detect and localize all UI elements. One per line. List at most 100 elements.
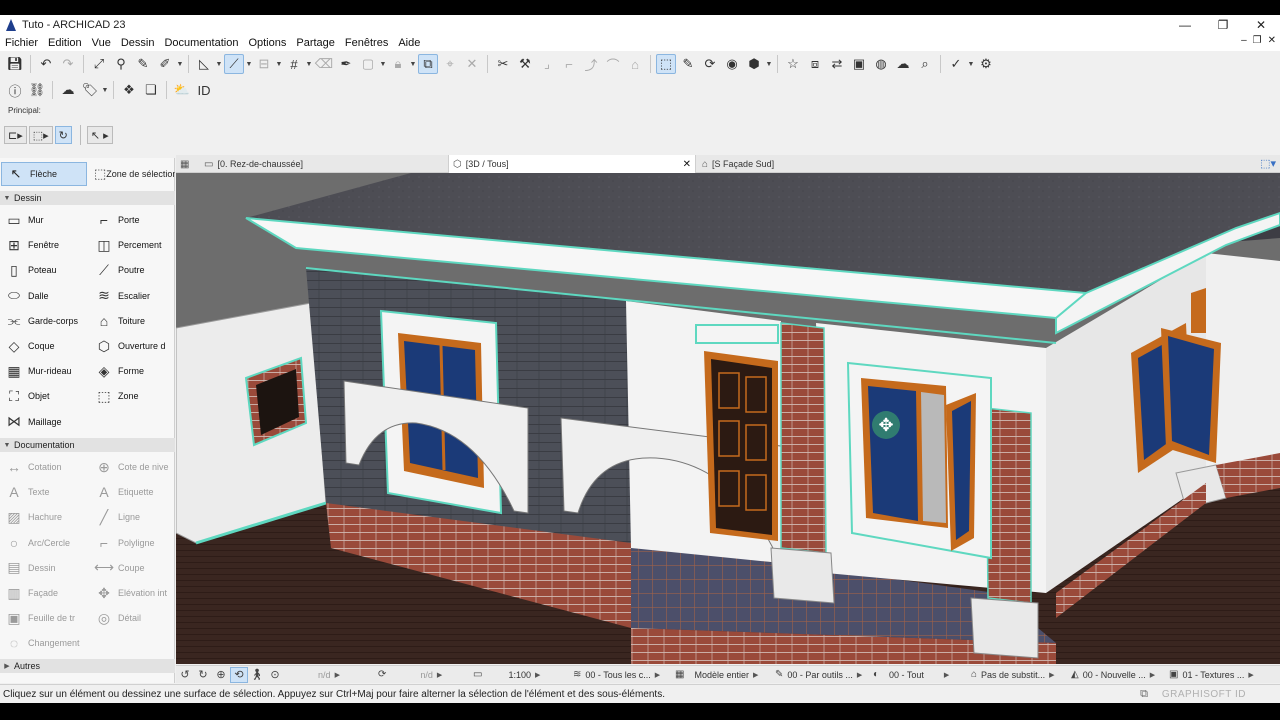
tool-opening[interactable]: ◫ Percement xyxy=(90,233,176,257)
tool-label[interactable]: A Etiquette xyxy=(90,480,176,504)
menu-partage[interactable]: Partage xyxy=(291,37,340,49)
texture-field[interactable]: ▣ 01 - Textures ... ▶ xyxy=(1165,666,1265,684)
tag-icon[interactable]: 🏷︎ xyxy=(80,80,100,100)
3d-viewport[interactable]: ✥ xyxy=(176,173,1280,664)
find-select-icon[interactable]: ⌕ xyxy=(915,54,935,74)
tab-menu-icon[interactable]: ⬚▾ xyxy=(1260,157,1276,170)
publisher-icon[interactable]: ⇄ xyxy=(827,54,847,74)
tool-roof[interactable]: ⌂ Toiture xyxy=(90,309,176,333)
tool-slab[interactable]: ⬭ Dalle xyxy=(0,284,86,308)
trim-icon[interactable]: ⌟ xyxy=(537,54,557,74)
orbit-icon[interactable]: ⟲ xyxy=(230,666,248,683)
menu-options[interactable]: Options xyxy=(243,37,291,49)
offset-icon[interactable]: ⌂ xyxy=(625,54,645,74)
tool-morph[interactable]: ◈ Forme xyxy=(90,359,176,383)
3d-style-icon[interactable]: ⬢ xyxy=(744,54,764,74)
tool-mesh[interactable]: ⋈ Maillage xyxy=(0,410,86,434)
info-icon[interactable]: ⓘ xyxy=(5,80,25,100)
tool-section[interactable]: ⟷ Coupe xyxy=(90,556,176,580)
zoom-icon[interactable]: ⊕ xyxy=(212,667,230,683)
layer-icon[interactable]: ▢ xyxy=(358,54,378,74)
doc-minimize-icon[interactable]: – xyxy=(1241,35,1247,46)
grid-snap-icon[interactable]: # xyxy=(284,54,304,74)
menu-documentation[interactable]: Documentation xyxy=(159,37,243,49)
tool-wall[interactable]: ▭ Mur xyxy=(0,208,86,232)
fix-element-icon[interactable]: ⌖ xyxy=(440,54,460,74)
tool-fill[interactable]: ▨ Hachure xyxy=(0,505,86,529)
menu-fenetres[interactable]: Fenêtres xyxy=(340,37,393,49)
teamwork-icon[interactable]: ☁ xyxy=(893,54,913,74)
tool-worksheet[interactable]: ▣ Feuille de tr xyxy=(0,606,86,630)
tool-arc[interactable]: ○ Arc/Cercle xyxy=(0,531,86,555)
fillet-icon[interactable]: ⌒ xyxy=(603,54,623,74)
redo-view-icon[interactable]: ↻ xyxy=(194,667,212,683)
tab-close-icon[interactable]: ✕ xyxy=(683,159,691,170)
menu-dessin[interactable]: Dessin xyxy=(116,37,160,49)
menu-aide[interactable]: Aide xyxy=(393,37,425,49)
section-autres[interactable]: ▶ Autres xyxy=(0,659,175,673)
tool-interior-elevation[interactable]: ✥ Elévation int xyxy=(90,581,176,605)
tool-polyline[interactable]: ⌐ Polyligne xyxy=(90,531,176,555)
windows-icon[interactable]: ⧉ xyxy=(1140,688,1148,701)
close-icon[interactable]: ✕ xyxy=(1242,15,1280,35)
tool-beam[interactable]: ⟋ Poutre xyxy=(90,258,176,282)
dropdown-arrow-icon[interactable]: ▼ xyxy=(305,61,313,68)
inject-parameters-icon[interactable]: ✐ xyxy=(155,54,175,74)
redo-icon[interactable]: ↷ xyxy=(58,54,78,74)
section-documentation[interactable]: ▼ Documentation xyxy=(0,438,175,452)
dropdown-arrow-icon[interactable]: ▼ xyxy=(409,61,417,68)
arrow-method-icon[interactable]: ↖ ▸ xyxy=(86,126,113,144)
dropdown-arrow-icon[interactable]: ▼ xyxy=(379,61,387,68)
tab-3d[interactable]: ⬡ [3D / Tous] ✕ xyxy=(448,155,696,173)
marquee-tool[interactable]: ⬚ Zone de sélection xyxy=(94,162,175,186)
dropdown-arrow-icon[interactable]: ▼ xyxy=(275,61,283,68)
dropdown-arrow-icon[interactable]: ▼ xyxy=(245,61,253,68)
dropdown-arrow-icon[interactable]: ▼ xyxy=(101,87,109,94)
eraser-icon[interactable]: ⌫ xyxy=(314,54,334,74)
check-icon[interactable]: ✓ xyxy=(946,54,966,74)
maximize-icon[interactable]: ❐ xyxy=(1204,15,1242,35)
split-icon[interactable]: ⌐ xyxy=(559,54,579,74)
graphisoft-id-icon[interactable]: ID xyxy=(194,80,214,100)
3d-explore-icon[interactable]: ◉ xyxy=(722,54,742,74)
menu-edition[interactable]: Edition xyxy=(43,37,87,49)
layer-combination-field[interactable]: ≋ 00 - Tous les c... ▶ xyxy=(569,666,671,684)
favorites-icon[interactable]: ☆ xyxy=(783,54,803,74)
section-dessin[interactable]: ▼ Dessin xyxy=(0,191,175,205)
undo-view-icon[interactable]: ↺ xyxy=(176,667,194,683)
tool-railing[interactable]: ⫘ Garde-corps xyxy=(0,309,86,333)
geometry-method-icon[interactable]: ⊏▸ xyxy=(4,126,27,144)
zoom-level-field[interactable]: n/d ▶ xyxy=(284,666,374,684)
render-icon[interactable]: ⧈ xyxy=(805,54,825,74)
lock-icon[interactable]: 🔒︎ xyxy=(388,54,408,74)
renovation-filter-field[interactable]: ⌂ Pas de substit... ▶ xyxy=(967,666,1067,684)
structure-display-field[interactable]: ◭ 00 - Nouvelle ... ▶ xyxy=(1067,666,1165,684)
3d-cutting-plane-icon[interactable]: ✎ xyxy=(678,54,698,74)
doc-restore-icon[interactable]: ❐ xyxy=(1253,35,1262,46)
menu-fichier[interactable]: Fichier xyxy=(0,37,43,49)
tool-drawing[interactable]: ▤ Dessin xyxy=(0,556,86,580)
tab-overview[interactable]: ▦ xyxy=(176,155,198,173)
dropdown-arrow-icon[interactable]: ▼ xyxy=(176,61,184,68)
fit-in-window-icon[interactable]: ⊙ xyxy=(266,667,284,683)
tool-dimension[interactable]: ↔ Cotation xyxy=(0,455,86,479)
tool-door[interactable]: ⌐ Porte xyxy=(90,208,176,232)
unfix-icon[interactable]: ✕ xyxy=(462,54,482,74)
graphic-override-field[interactable]: ◐ 00 - Tout ▶ xyxy=(869,666,967,684)
magic-wand-icon[interactable]: ⚲ xyxy=(111,54,131,74)
bim-component-icon[interactable]: ▣ xyxy=(849,54,869,74)
adjust-icon[interactable]: ⤴ xyxy=(581,54,601,74)
rotation-field[interactable]: ⟳ n/d ▶ xyxy=(374,666,469,684)
gravity-icon[interactable]: ⊟ xyxy=(254,54,274,74)
mep-icon[interactable]: ⚙ xyxy=(976,54,996,74)
eyedropper-icon[interactable]: ✎ xyxy=(133,54,153,74)
rotate-marquee-icon[interactable]: ↻ xyxy=(54,126,72,144)
tool-change[interactable]: ◌ Changement xyxy=(0,631,86,655)
renovation-icon[interactable]: ❏ xyxy=(141,80,161,100)
tool-zone[interactable]: ⬚ Zone xyxy=(90,384,176,408)
tool-line[interactable]: ╱ Ligne xyxy=(90,505,176,529)
tool-window[interactable]: ⊞ Fenêtre xyxy=(0,233,86,257)
tool-curtain-wall[interactable]: ▦ Mur-rideau xyxy=(0,359,86,383)
explore-icon[interactable]: 🚶︎ xyxy=(248,667,266,683)
tab-elevation[interactable]: ⌂ [S Façade Sud] xyxy=(698,155,946,173)
